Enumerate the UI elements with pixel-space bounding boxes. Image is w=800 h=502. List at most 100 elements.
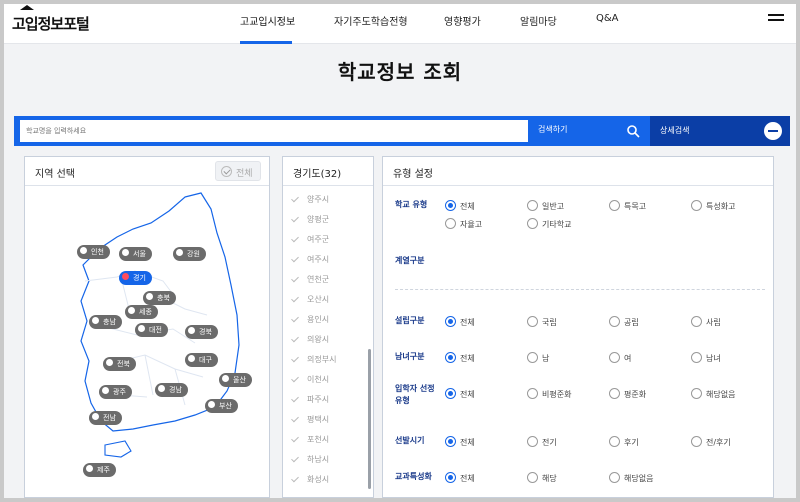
district-item[interactable]: 양평군 (291, 214, 330, 225)
nav-item-notice[interactable]: 알림마당 (520, 13, 557, 28)
radio-icon (527, 436, 538, 447)
region-pin-busan[interactable]: 부산 (205, 399, 238, 413)
region-pin-chungnam[interactable]: 충남 (89, 315, 122, 329)
radio-icon (445, 200, 456, 211)
district-item-label: 포천시 (307, 435, 330, 444)
region-pin-gyeongbuk[interactable]: 경북 (185, 325, 218, 339)
radio-icon (609, 316, 620, 327)
specialization-option[interactable]: 전체 (445, 472, 475, 484)
option-label: 전체 (460, 474, 475, 483)
detail-search-label: 상세검색 (660, 126, 690, 135)
nav-item-impact[interactable]: 영향평가 (444, 13, 481, 28)
option-label: 기타학교 (542, 220, 572, 229)
option-label: 전체 (460, 438, 475, 447)
specialization-label: 교과특성화 (395, 472, 432, 481)
school-type-option[interactable]: 특성화고 (691, 200, 735, 212)
district-item[interactable]: 이천시 (291, 374, 329, 385)
site-logo[interactable]: 고입정보포털 (12, 13, 90, 34)
region-pin-jeonnam[interactable]: 전남 (89, 411, 122, 425)
nav-item-self-directed[interactable]: 자기주도학습전형 (334, 13, 408, 28)
radio-icon (527, 472, 538, 483)
region-pin-gyeonggi[interactable]: 경기 (119, 271, 152, 285)
nav-item-qna[interactable]: Q&A (596, 13, 619, 24)
region-pin-sejong[interactable]: 세종 (125, 305, 158, 319)
period-option[interactable]: 전기 (527, 436, 557, 448)
district-item[interactable]: 평택시 (291, 414, 329, 425)
district-item[interactable]: 화성시 (291, 474, 329, 485)
region-pin-incheon[interactable]: 인천 (77, 245, 110, 259)
scrollbar-thumb[interactable] (368, 349, 371, 489)
district-item[interactable]: 여주군 (291, 234, 329, 245)
admission-option[interactable]: 비평준화 (527, 388, 571, 400)
region-pin-seoul[interactable]: 서울 (119, 247, 152, 261)
establishment-option[interactable]: 사립 (691, 316, 721, 328)
school-type-option[interactable]: 전체 (445, 200, 475, 212)
district-item[interactable]: 포천시 (291, 434, 330, 445)
radio-icon (609, 436, 620, 447)
option-label: 전/후기 (706, 438, 731, 447)
radio-icon (609, 388, 620, 399)
district-item[interactable]: 파주시 (291, 394, 329, 405)
district-item[interactable]: 오산시 (291, 294, 329, 305)
admission-option[interactable]: 전체 (445, 388, 475, 400)
region-all-button[interactable]: 전체 (215, 161, 261, 181)
korea-map (80, 192, 240, 458)
page-title: 학교정보 조회 (337, 60, 463, 84)
option-label: 남녀 (706, 354, 721, 363)
district-item[interactable]: 의왕시 (291, 334, 329, 345)
menu-icon[interactable] (768, 14, 784, 26)
region-pin-daejeon[interactable]: 대전 (135, 323, 168, 337)
region-pin-gyeongnam[interactable]: 경남 (155, 383, 188, 397)
admission-option[interactable]: 평준화 (609, 388, 646, 400)
district-item[interactable]: 의정부시 (291, 354, 336, 365)
search-icon[interactable] (626, 124, 640, 138)
nav-item-admission-info[interactable]: 고교입시정보 (240, 13, 295, 28)
specialization-option[interactable]: 해당없음 (609, 472, 654, 484)
period-option[interactable]: 전체 (445, 436, 475, 448)
admission-option[interactable]: 해당없음 (691, 388, 735, 400)
detail-search-toggle[interactable]: 상세검색 (650, 116, 790, 146)
gender-option[interactable]: 남녀 (691, 352, 721, 364)
district-panel-title: 경기도(32) (293, 169, 342, 180)
district-item-label: 양주시 (307, 195, 330, 204)
school-type-option[interactable]: 자율고 (445, 218, 482, 230)
search-input[interactable] (20, 120, 528, 142)
check-icon (291, 274, 299, 283)
collapse-icon[interactable] (764, 122, 782, 140)
region-pin-gwangju[interactable]: 광주 (99, 385, 132, 399)
radio-icon (609, 200, 620, 211)
region-pin-daegu[interactable]: 대구 (185, 353, 218, 367)
radio-icon (691, 436, 702, 447)
option-label: 사립 (706, 318, 721, 327)
district-item[interactable]: 용인시 (291, 314, 329, 325)
region-pin-chungbuk[interactable]: 충북 (143, 291, 176, 305)
region-pin-ulsan[interactable]: 울산 (219, 373, 252, 387)
district-item-label: 양평군 (307, 215, 330, 224)
district-item[interactable]: 하남시 (291, 454, 329, 465)
option-label: 해당없음 (624, 474, 654, 483)
gender-option[interactable]: 전체 (445, 352, 475, 364)
establishment-option[interactable]: 국립 (527, 316, 557, 328)
gender-option[interactable]: 남 (527, 352, 550, 364)
school-type-option[interactable]: 특목고 (609, 200, 646, 212)
region-pin-gangwon[interactable]: 강원 (173, 247, 206, 261)
radio-icon (527, 388, 538, 399)
radio-icon (609, 352, 620, 363)
region-pin-jeju[interactable]: 제주 (83, 463, 116, 477)
establishment-option[interactable]: 공립 (609, 316, 639, 328)
period-option[interactable]: 후기 (609, 436, 639, 448)
school-type-option[interactable]: 일반고 (527, 200, 564, 212)
district-item[interactable]: 연천군 (291, 274, 329, 285)
district-item[interactable]: 여주시 (291, 254, 329, 265)
check-icon (291, 294, 299, 303)
option-label: 남 (542, 354, 550, 363)
search-button[interactable]: 검색하기 (538, 124, 567, 135)
period-option[interactable]: 전/후기 (691, 436, 731, 448)
specialization-option[interactable]: 해당 (527, 472, 557, 484)
establishment-option[interactable]: 전체 (445, 316, 475, 328)
school-type-option[interactable]: 기타학교 (527, 218, 572, 230)
district-item[interactable]: 양주시 (291, 194, 330, 205)
gender-option[interactable]: 여 (609, 352, 631, 364)
filter-panel-title: 유형 설정 (393, 169, 433, 180)
region-pin-jeonbuk[interactable]: 전북 (103, 357, 136, 371)
